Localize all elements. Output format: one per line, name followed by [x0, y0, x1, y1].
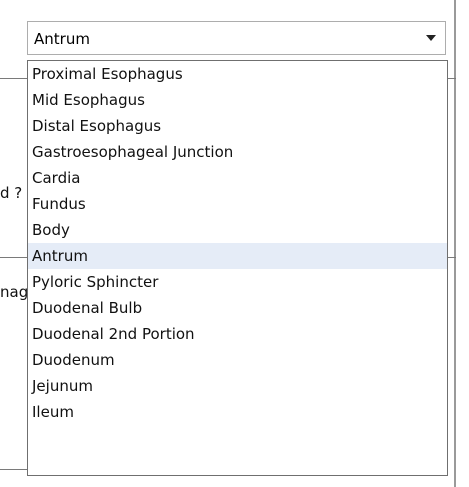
background-divider-top-right	[448, 78, 456, 79]
dropdown-option[interactable]: Mid Esophagus	[28, 87, 447, 113]
background-label-fragment: nag	[0, 283, 27, 301]
background-divider-mid-right	[448, 257, 456, 258]
background-divider-top	[0, 78, 27, 79]
dropdown-option[interactable]: Ileum	[28, 399, 447, 425]
background-divider-bottom	[0, 469, 27, 470]
dropdown-option[interactable]: Pyloric Sphincter	[28, 269, 447, 295]
dropdown-option[interactable]: Duodenum	[28, 347, 447, 373]
dropdown-option[interactable]: Cardia	[28, 165, 447, 191]
location-select-value: Antrum	[34, 30, 90, 48]
background-right-border	[454, 0, 456, 487]
dropdown-option[interactable]: Jejunum	[28, 373, 447, 399]
dropdown-option[interactable]: Gastroesophageal Junction	[28, 139, 447, 165]
dropdown-option[interactable]: Distal Esophagus	[28, 113, 447, 139]
location-select[interactable]: Antrum	[27, 21, 446, 55]
background-question-fragment: d ?	[0, 184, 23, 202]
dropdown-option[interactable]: Body	[28, 217, 447, 243]
dropdown-option[interactable]: Proximal Esophagus	[28, 61, 447, 87]
dropdown-option[interactable]: Fundus	[28, 191, 447, 217]
dropdown-option[interactable]: Duodenal 2nd Portion	[28, 321, 447, 347]
chevron-down-icon[interactable]	[426, 35, 436, 41]
dropdown-option[interactable]: Duodenal Bulb	[28, 295, 447, 321]
location-dropdown-list[interactable]: Proximal Esophagus Mid Esophagus Distal Es…	[27, 60, 448, 476]
background-divider-mid	[0, 257, 27, 258]
dropdown-option[interactable]: Antrum	[28, 243, 447, 269]
